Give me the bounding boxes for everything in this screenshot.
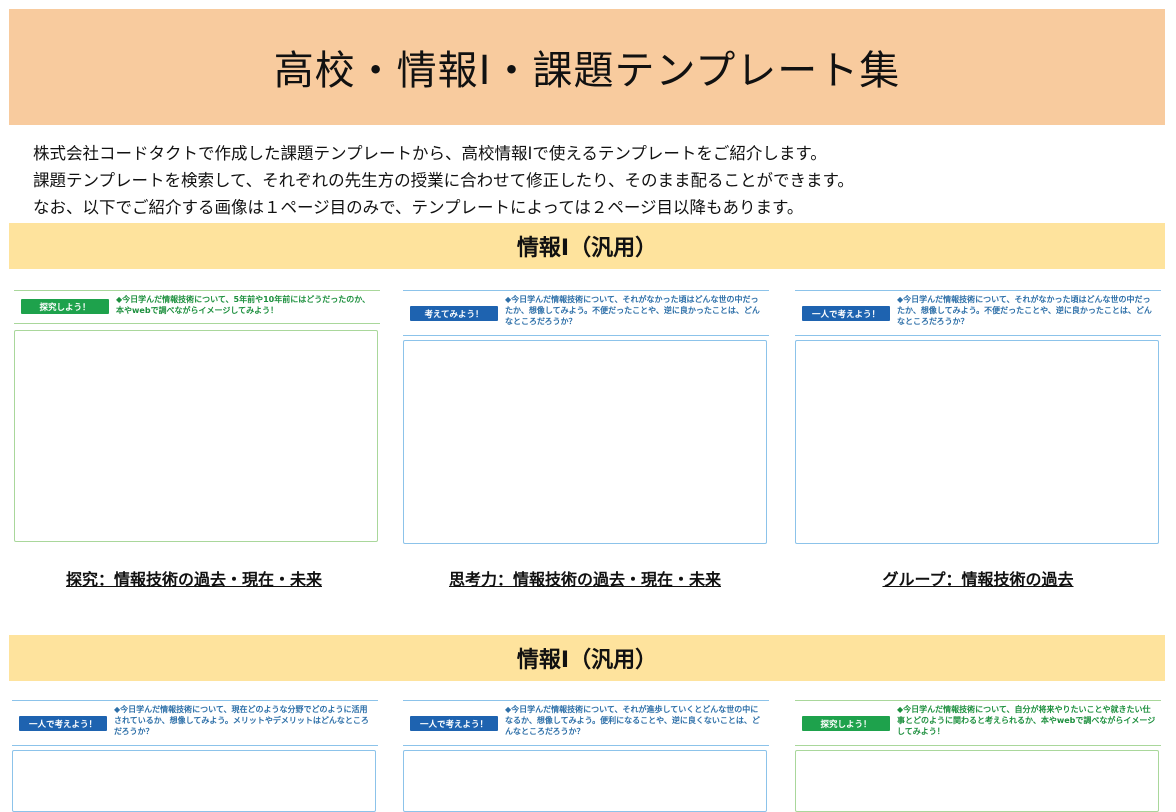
template-link[interactable]: 探究：情報技術の過去・現在・未来 <box>4 566 384 590</box>
answer-area <box>14 330 378 542</box>
template-header: 一人で考えよう！ ◆今日学んだ情報技術について、それが進歩していくとどんな世の中… <box>403 700 769 746</box>
intro-line: 課題テンプレートを検索して、それぞれの先生方の授業に合わせて修正したり、そのまま… <box>33 171 854 190</box>
section-header: 情報Ⅰ（汎用） <box>9 635 1165 681</box>
intro-text: 株式会社コードタクトで作成した課題テンプレートから、高校情報Ⅰで使えるテンプレー… <box>33 140 1153 221</box>
template-header: 一人で考えよう！ ◆今日学んだ情報技術について、それがなかった頃はどんな世の中だ… <box>795 290 1161 336</box>
template-link[interactable]: グループ：情報技術の過去 <box>788 566 1168 590</box>
template-thumbnail[interactable]: 探究しよう！ ◆今日学んだ情報技術について、自分が将来やりたいことや就きたい仕事… <box>795 700 1161 812</box>
answer-area <box>403 750 767 812</box>
section-title: 情報Ⅰ（汎用） <box>516 236 658 261</box>
template-prompt: ◆今日学んだ情報技術について、それが進歩していくとどんな世の中になるか、想像して… <box>505 705 760 736</box>
answer-area <box>795 750 1159 812</box>
template-badge: 探究しよう！ <box>802 716 890 731</box>
answer-area <box>795 340 1159 544</box>
section-title: 情報Ⅰ（汎用） <box>516 648 658 673</box>
answer-area <box>403 340 767 544</box>
answer-area <box>12 750 376 812</box>
template-prompt: ◆今日学んだ情報技術について、現在どのような分野でどのように活用されているか、想… <box>114 705 369 736</box>
template-header: 探究しよう！ ◆今日学んだ情報技術について、自分が将来やりたいことや就きたい仕事… <box>795 700 1161 746</box>
template-header: 探究しよう！ ◆今日学んだ情報技術について、5年前や10年前にはどうだったのか、… <box>14 290 380 324</box>
template-prompt: ◆今日学んだ情報技術について、それがなかった頃はどんな世の中だったか、想像してみ… <box>897 295 1152 326</box>
intro-line: 株式会社コードタクトで作成した課題テンプレートから、高校情報Ⅰで使えるテンプレー… <box>33 144 827 163</box>
template-header: 考えてみよう！ ◆今日学んだ情報技術について、それがなかった頃はどんな世の中だっ… <box>403 290 769 336</box>
template-thumbnail[interactable]: 一人で考えよう！ ◆今日学んだ情報技術について、それが進歩していくとどんな世の中… <box>403 700 769 812</box>
template-badge: 一人で考えよう！ <box>802 306 890 321</box>
template-badge: 探究しよう！ <box>21 299 109 314</box>
intro-line: なお、以下でご紹介する画像は１ページ目のみで、テンプレートによっては２ページ目以… <box>33 198 804 217</box>
section-header: 情報Ⅰ（汎用） <box>9 223 1165 269</box>
template-header: 一人で考えよう！ ◆今日学んだ情報技術について、現在どのような分野でどのように活… <box>12 700 378 746</box>
template-prompt: ◆今日学んだ情報技術について、それがなかった頃はどんな世の中だったか、想像してみ… <box>505 295 760 326</box>
template-prompt: ◆今日学んだ情報技術について、自分が将来やりたいことや就きたい仕事とどのように関… <box>897 705 1156 736</box>
template-prompt: ◆今日学んだ情報技術について、5年前や10年前にはどうだったのか、本やwebで調… <box>116 295 371 315</box>
page-title: 高校・情報Ⅰ・課題テンプレート集 <box>273 48 901 94</box>
template-badge: 一人で考えよう！ <box>19 716 107 731</box>
page-header: 高校・情報Ⅰ・課題テンプレート集 <box>9 9 1165 125</box>
template-badge: 一人で考えよう！ <box>410 716 498 731</box>
template-thumbnail[interactable]: 一人で考えよう！ ◆今日学んだ情報技術について、現在どのような分野でどのように活… <box>12 700 378 812</box>
template-thumbnail[interactable]: 探究しよう！ ◆今日学んだ情報技術について、5年前や10年前にはどうだったのか、… <box>14 290 380 542</box>
template-thumbnail[interactable]: 一人で考えよう！ ◆今日学んだ情報技術について、それがなかった頃はどんな世の中だ… <box>795 290 1161 544</box>
template-thumbnail[interactable]: 考えてみよう！ ◆今日学んだ情報技術について、それがなかった頃はどんな世の中だっ… <box>403 290 769 544</box>
template-badge: 考えてみよう！ <box>410 306 498 321</box>
template-link[interactable]: 思考力：情報技術の過去・現在・未来 <box>395 566 775 590</box>
